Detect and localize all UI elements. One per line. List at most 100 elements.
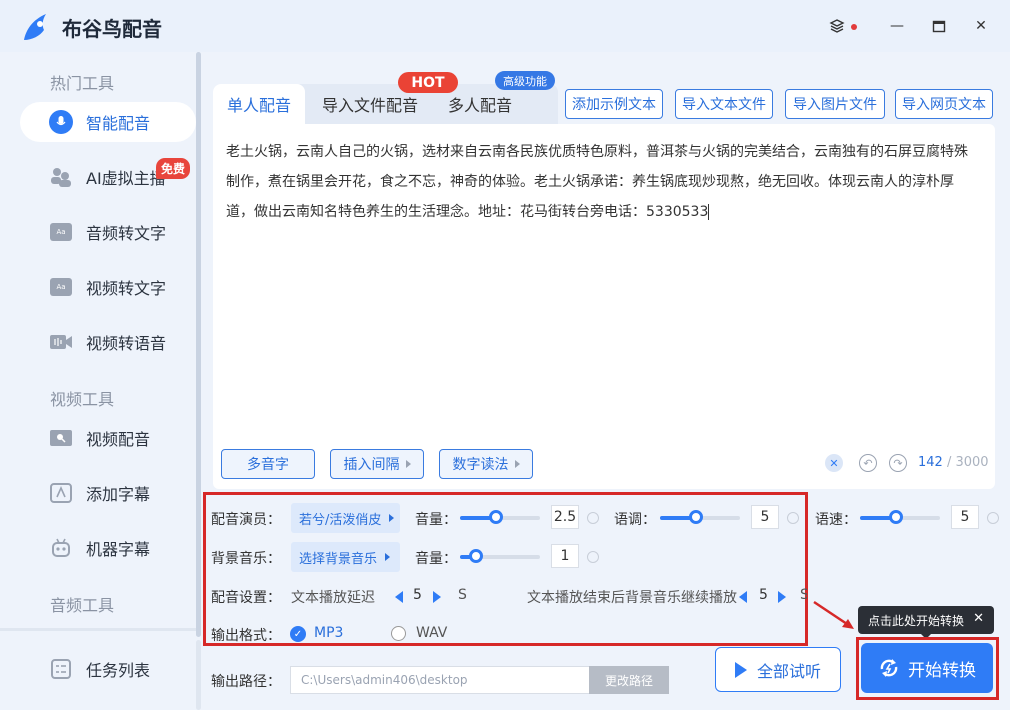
mp3-label[interactable]: MP3 xyxy=(314,625,343,641)
sidebar-item-smart-dubbing[interactable]: 智能配音 xyxy=(20,102,196,142)
start-convert-button[interactable]: 开始转换 xyxy=(861,643,993,693)
speed-value[interactable]: 5 xyxy=(951,505,979,529)
task-list-icon xyxy=(48,656,74,682)
output-format-label: 输出格式： xyxy=(211,628,281,644)
maximize-button[interactable] xyxy=(928,15,950,37)
sidebar-item-audio-to-text[interactable]: Aa 音频转文字 xyxy=(20,212,196,252)
voice-actor-select[interactable]: 若兮/活泼俏皮 xyxy=(291,503,400,533)
clear-icon[interactable]: ✕ xyxy=(825,454,843,472)
polyphone-button[interactable]: 多音字 xyxy=(221,449,315,479)
convert-icon xyxy=(880,659,898,677)
video-dub-icon xyxy=(48,425,74,451)
import-web-text-button[interactable]: 导入网页文本 xyxy=(895,89,993,119)
volume-value[interactable]: 2.5 xyxy=(551,505,579,529)
change-path-button[interactable]: 更改路径 xyxy=(589,666,669,694)
sidebar-item-label: 任务列表 xyxy=(86,661,151,680)
preview-all-label: 全部试听 xyxy=(756,661,821,681)
hot-badge: HOT xyxy=(398,72,458,93)
redo-icon[interactable]: ↷ xyxy=(889,454,907,472)
sidebar-item-video-dubbing[interactable]: 视频配音 xyxy=(20,418,196,458)
sidebar-item-add-subtitle[interactable]: 添加字幕 xyxy=(20,473,196,513)
bgm-volume-value[interactable]: 1 xyxy=(551,544,579,568)
pitch-label: 语调： xyxy=(614,512,656,528)
preview-all-button[interactable]: 全部试听 xyxy=(715,647,841,692)
tab-single-dubbing[interactable]: 单人配音 xyxy=(213,84,306,124)
bgm-continue-unit: S xyxy=(800,587,807,603)
decrease-arrow-icon[interactable] xyxy=(395,591,403,603)
tab-multi-dubbing[interactable]: 多人配音 xyxy=(448,84,512,124)
text-delay-unit: S xyxy=(458,587,467,603)
text-caret xyxy=(708,204,710,220)
tooltip-close-icon[interactable]: ✕ xyxy=(973,611,984,626)
char-counter: 142 / 3000 xyxy=(918,455,989,470)
sidebar-item-task-list[interactable]: 任务列表 xyxy=(20,649,196,689)
app-title: 布谷鸟配音 xyxy=(62,17,162,41)
import-image-file-button[interactable]: 导入图片文件 xyxy=(785,89,885,119)
sidebar-divider xyxy=(0,628,196,631)
bgm-continue-value: 5 xyxy=(759,587,768,603)
bgm-volume-slider-handle[interactable] xyxy=(469,549,483,563)
sidebar-item-label: 视频配音 xyxy=(86,430,151,449)
reset-icon[interactable] xyxy=(787,512,799,524)
reset-icon[interactable] xyxy=(587,551,599,563)
increase-arrow-icon[interactable] xyxy=(778,591,786,603)
sidebar-item-video-to-voice[interactable]: 视频转语音 xyxy=(20,322,196,362)
video-text-icon: Aa xyxy=(48,274,74,300)
volume-slider-handle[interactable] xyxy=(489,510,503,524)
start-convert-label: 开始转换 xyxy=(908,660,976,681)
sidebar-item-video-to-text[interactable]: Aa 视频转文字 xyxy=(20,267,196,307)
import-text-file-button[interactable]: 导入文本文件 xyxy=(675,89,773,119)
output-path-input[interactable]: C:\Users\admin406\desktop xyxy=(290,666,590,694)
sidebar-item-label: 机器字幕 xyxy=(86,540,151,559)
bgm-select[interactable]: 选择背景音乐 xyxy=(291,542,400,572)
reset-icon[interactable] xyxy=(587,512,599,524)
sidebar-item-machine-subtitle[interactable]: 机器字幕 xyxy=(20,528,196,568)
sidebar-scrollbar[interactable] xyxy=(196,52,201,637)
decrease-arrow-icon[interactable] xyxy=(739,591,747,603)
wav-label[interactable]: WAV xyxy=(416,625,447,641)
volume-label: 音量： xyxy=(415,512,457,528)
sidebar-item-label: AI虚拟主播 xyxy=(86,169,166,188)
sidebar-item-label: 添加字幕 xyxy=(86,485,151,504)
speed-slider-handle[interactable] xyxy=(889,510,903,524)
pitch-slider-handle[interactable] xyxy=(689,510,703,524)
undo-icon[interactable]: ↶ xyxy=(859,454,877,472)
close-button[interactable]: ✕ xyxy=(970,15,992,37)
section-title-video-tools: 视频工具 xyxy=(50,390,115,409)
sidebar-item-label: 视频转语音 xyxy=(86,334,167,353)
insert-pause-label: 插入间隔 xyxy=(343,457,400,473)
minimize-button[interactable]: — xyxy=(886,15,908,37)
sidebar-item-label: 视频转文字 xyxy=(86,279,167,298)
insert-pause-button[interactable]: 插入间隔 xyxy=(330,449,424,479)
voice-actor-value: 若兮/活泼俏皮 xyxy=(299,512,382,528)
char-count: 142 xyxy=(918,455,943,470)
number-reading-button[interactable]: 数字读法 xyxy=(439,449,533,479)
wav-radio[interactable] xyxy=(391,626,406,641)
caret-right-icon xyxy=(385,553,391,561)
increase-arrow-icon[interactable] xyxy=(433,591,441,603)
caret-right-icon xyxy=(405,460,411,468)
pointer-arrow-icon xyxy=(813,600,854,629)
bgm-continue-label: 文本播放结束后背景音乐继续播放 xyxy=(527,590,737,606)
play-icon xyxy=(734,661,747,678)
text-delay-value: 5 xyxy=(413,587,422,603)
dubbing-settings-label: 配音设置： xyxy=(211,590,281,606)
sidebar-item-label: 智能配音 xyxy=(86,114,151,133)
text-delay-label: 文本播放延迟 xyxy=(291,590,375,606)
free-badge: 免费 xyxy=(156,158,191,179)
mp3-radio[interactable]: ✓ xyxy=(290,626,306,642)
bgm-volume-label: 音量： xyxy=(415,551,457,567)
add-example-text-button[interactable]: 添加示例文本 xyxy=(565,89,663,119)
voice-actor-label: 配音演员： xyxy=(211,512,281,528)
pitch-value[interactable]: 5 xyxy=(751,505,779,529)
notification-dot xyxy=(851,24,857,30)
section-title-hot-tools: 热门工具 xyxy=(50,74,115,93)
reset-icon[interactable] xyxy=(987,512,999,524)
pro-feature-badge: 高级功能 xyxy=(495,71,555,90)
subtitle-icon xyxy=(48,480,74,506)
audio-text-icon: Aa xyxy=(48,219,74,245)
caret-right-icon xyxy=(514,460,520,468)
editor-content[interactable]: 老土火锅，云南人自己的火锅，选材来自云南各民族优质特色原料，普洱茶与火锅的完美结… xyxy=(226,137,974,227)
layers-icon[interactable] xyxy=(826,15,848,37)
start-tooltip: 点击此处开始转换 ✕ xyxy=(858,606,994,634)
